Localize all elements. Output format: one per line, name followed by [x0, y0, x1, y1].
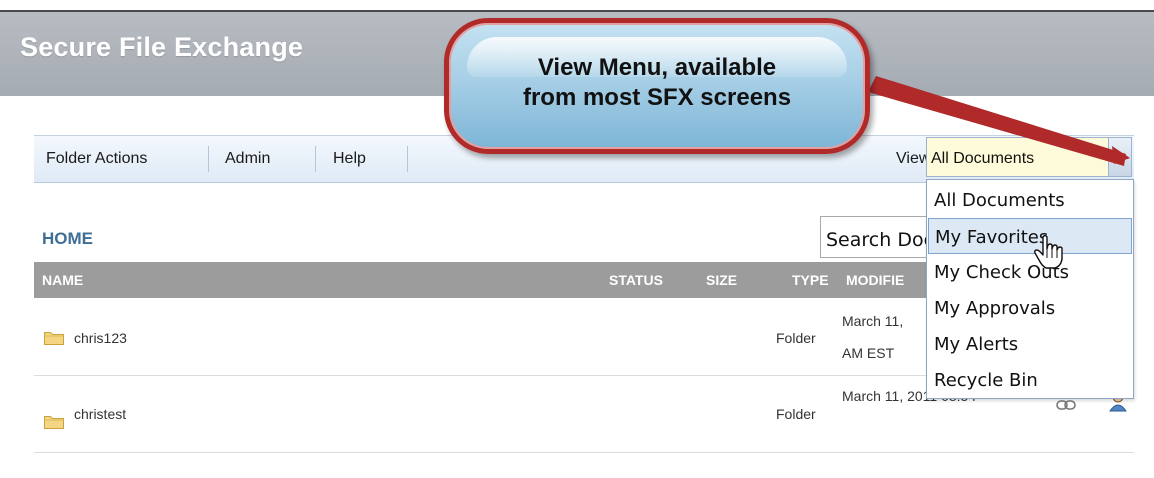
row-type: Folder [776, 330, 816, 346]
breadcrumb-home[interactable]: HOME [42, 229, 93, 249]
toolbar-divider [315, 146, 316, 172]
menu-folder-actions[interactable]: Folder Actions [46, 150, 147, 168]
view-option-my-check-outs[interactable]: My Check Outs [928, 254, 1132, 290]
view-select-value: All Documents [931, 150, 1035, 167]
folder-icon [44, 416, 64, 429]
menu-help[interactable]: Help [333, 150, 366, 168]
view-option-my-approvals[interactable]: My Approvals [928, 290, 1132, 326]
view-option-my-alerts[interactable]: My Alerts [928, 326, 1132, 362]
toolbar-divider [407, 146, 408, 172]
callout-text: View Menu, available from most SFX scree… [449, 53, 865, 113]
column-name[interactable]: NAME [42, 272, 83, 288]
link-icon[interactable] [1056, 400, 1076, 410]
row-name[interactable]: christest [74, 406, 126, 422]
callout-line-2: from most SFX screens [522, 84, 792, 111]
column-size[interactable]: SIZE [706, 272, 737, 288]
view-option-recycle-bin[interactable]: Recycle Bin [928, 362, 1132, 398]
row-modified-time: AM EST [842, 345, 895, 361]
hand-cursor-icon [1034, 234, 1063, 269]
view-option-my-favorites[interactable]: My Favorites [928, 218, 1132, 254]
view-select[interactable]: All Documents [926, 137, 1132, 177]
view-menu: All Documents My Favorites My Check Outs… [926, 179, 1134, 399]
chevron-down-icon[interactable] [1108, 138, 1131, 176]
row-modified: March 11, [842, 313, 904, 329]
app-title: Secure File Exchange [20, 32, 304, 62]
menu-admin[interactable]: Admin [225, 150, 270, 168]
toolbar-divider [208, 146, 209, 172]
callout-bubble: View Menu, available from most SFX scree… [444, 18, 870, 154]
column-status[interactable]: STATUS [609, 272, 663, 288]
row-type: Folder [776, 406, 816, 422]
callout-line-1: View Menu, available [537, 54, 777, 81]
view-option-all-documents[interactable]: All Documents [928, 182, 1132, 218]
row-name[interactable]: chris123 [74, 330, 127, 346]
column-type[interactable]: TYPE [792, 272, 829, 288]
column-modified[interactable]: MODIFIE [846, 272, 904, 288]
folder-icon [44, 332, 64, 345]
search-input[interactable]: Search Documents [820, 216, 930, 258]
